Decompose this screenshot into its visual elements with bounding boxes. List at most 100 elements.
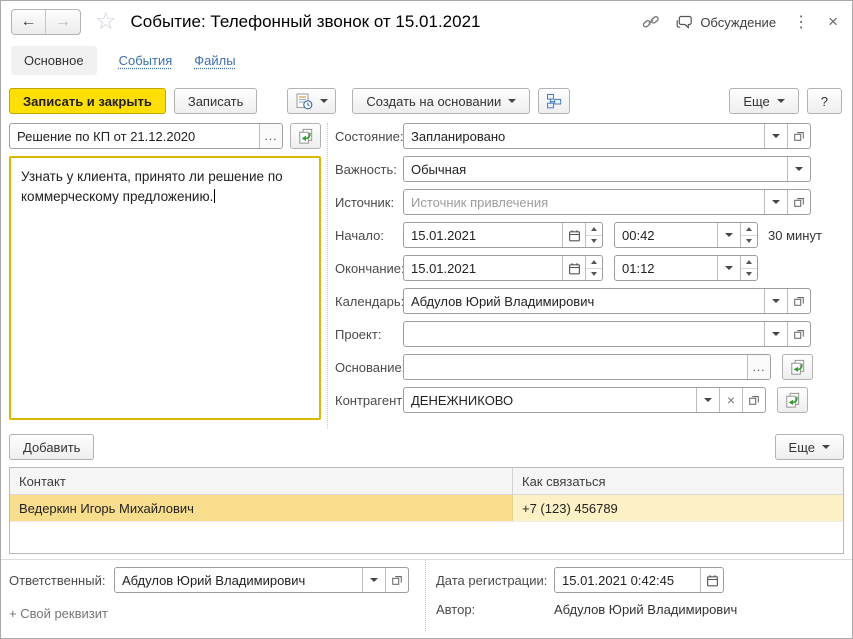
- contact-name-cell[interactable]: Ведеркин Игорь Михайлович: [10, 495, 513, 521]
- counterparty-open-button[interactable]: [742, 388, 765, 412]
- duration-label: 30 минут: [768, 228, 822, 243]
- importance-dropdown-button[interactable]: [787, 157, 810, 181]
- subject-choose-button[interactable]: ...: [259, 124, 282, 148]
- calendar-icon: [568, 262, 581, 275]
- subject-open-button[interactable]: [290, 123, 321, 149]
- counterparty-clear-button[interactable]: ×: [719, 388, 742, 412]
- tab-files[interactable]: Файлы: [194, 53, 235, 68]
- save-button[interactable]: Записать: [174, 88, 258, 114]
- discussion-button[interactable]: Обсуждение: [675, 15, 776, 30]
- counterparty-value[interactable]: ДЕНЕЖНИКОВО: [404, 388, 696, 412]
- back-arrow-icon: ←: [21, 13, 37, 31]
- start-date-spinner: [585, 223, 602, 247]
- open-in-window-icon: [748, 394, 760, 406]
- counterparty-open-card-button[interactable]: [777, 387, 808, 413]
- add-contact-button[interactable]: Добавить: [9, 434, 94, 460]
- calendar-value[interactable]: Абдулов Юрий Владимирович: [404, 289, 764, 313]
- footer-right: Дата регистрации: 15.01.2021 0:42:45 Авт…: [425, 560, 852, 631]
- forward-arrow-icon: →: [55, 13, 71, 31]
- basis-choose-button[interactable]: ...: [747, 355, 770, 379]
- end-time-value[interactable]: 01:12: [615, 256, 717, 280]
- responsible-open-button[interactable]: [385, 568, 408, 592]
- project-open-button[interactable]: [787, 322, 810, 346]
- basis-open-button[interactable]: [782, 354, 813, 380]
- open-in-window-icon: [793, 130, 805, 142]
- responsible-value[interactable]: Абдулов Юрий Владимирович: [115, 568, 362, 592]
- state-value[interactable]: Запланировано: [404, 124, 764, 148]
- dropdown-arrow-icon: [822, 445, 830, 449]
- source-row: Источник: Источник привлечения: [335, 189, 844, 215]
- project-value[interactable]: [404, 322, 764, 346]
- dropdown-arrow-icon: [772, 299, 780, 303]
- registration-date-value[interactable]: 15.01.2021 0:42:45: [555, 568, 700, 592]
- spinner-up-button[interactable]: [586, 223, 602, 236]
- project-dropdown-button[interactable]: [764, 322, 787, 346]
- calendar-open-button[interactable]: [787, 289, 810, 313]
- spinner-up-icon: [591, 260, 597, 264]
- basis-value[interactable]: [404, 355, 747, 379]
- dropdown-arrow-icon: [370, 578, 378, 582]
- start-date-value[interactable]: 15.01.2021: [404, 223, 562, 247]
- importance-value[interactable]: Обычная: [404, 157, 787, 181]
- state-label: Состояние:: [335, 129, 403, 144]
- favorite-star-icon[interactable]: ☆: [95, 10, 117, 34]
- dropdown-arrow-icon: [725, 266, 733, 270]
- more-actions-kebab-icon[interactable]: ⋮: [791, 12, 811, 32]
- text-cursor: [214, 189, 215, 203]
- open-in-window-icon: [793, 295, 805, 307]
- create-based-on-button[interactable]: Создать на основании: [352, 88, 530, 114]
- source-placeholder[interactable]: Источник привлечения: [404, 190, 764, 214]
- contact-phone-cell[interactable]: +7 (123) 456789: [513, 495, 843, 521]
- registration-calendar-button[interactable]: [700, 568, 723, 592]
- add-custom-attribute-link[interactable]: + Свой реквизит: [9, 606, 425, 621]
- source-label: Источник:: [335, 195, 403, 210]
- start-time-dropdown-button[interactable]: [717, 223, 740, 247]
- responsible-dropdown-button[interactable]: [362, 568, 385, 592]
- subject-value[interactable]: Решение по КП от 21.12.2020: [10, 124, 259, 148]
- importance-row: Важность: Обычная: [335, 156, 844, 182]
- calendar-icon: [706, 574, 719, 587]
- dropdown-arrow-icon: [777, 99, 785, 103]
- related-documents-button[interactable]: [538, 88, 570, 114]
- reminder-split-button[interactable]: [287, 88, 336, 114]
- end-time-dropdown-button[interactable]: [717, 256, 740, 280]
- close-icon[interactable]: ×: [826, 12, 840, 32]
- forward-button[interactable]: →: [46, 10, 80, 34]
- spinner-down-button[interactable]: [741, 236, 757, 248]
- spinner-down-button[interactable]: [741, 269, 757, 281]
- start-date-calendar-button[interactable]: [562, 223, 585, 247]
- start-time-value[interactable]: 00:42: [615, 223, 717, 247]
- description-textarea[interactable]: Узнать у клиента, принято ли решение по …: [9, 156, 321, 420]
- state-open-button[interactable]: [787, 124, 810, 148]
- spinner-down-button[interactable]: [586, 236, 602, 248]
- source-dropdown-button[interactable]: [764, 190, 787, 214]
- footer-left: Ответственный: Абдулов Юрий Владимирович…: [1, 560, 425, 631]
- start-time-spinner: [740, 223, 757, 247]
- tab-main[interactable]: Основное: [11, 46, 97, 75]
- end-date-value[interactable]: 15.01.2021: [404, 256, 562, 280]
- spinner-up-button[interactable]: [741, 256, 757, 269]
- tab-events[interactable]: События: [119, 53, 173, 68]
- spinner-up-button[interactable]: [741, 223, 757, 236]
- help-button[interactable]: ?: [807, 88, 842, 114]
- source-open-button[interactable]: [787, 190, 810, 214]
- document-clock-icon: [295, 93, 313, 110]
- save-and-close-button[interactable]: Записать и закрыть: [9, 88, 166, 114]
- state-field: Запланировано: [403, 123, 811, 149]
- calendar-dropdown-button[interactable]: [764, 289, 787, 313]
- counterparty-dropdown-button[interactable]: [696, 388, 719, 412]
- responsible-field: Абдулов Юрий Владимирович: [114, 567, 409, 593]
- open-document-green-icon: [788, 359, 807, 376]
- contacts-more-button[interactable]: Еще: [775, 434, 844, 460]
- spinner-up-button[interactable]: [586, 256, 602, 269]
- structure-icon: [546, 93, 562, 109]
- state-dropdown-button[interactable]: [764, 124, 787, 148]
- more-button[interactable]: Еще: [729, 88, 798, 114]
- column-splitter[interactable]: [327, 123, 328, 429]
- dropdown-arrow-icon: [772, 332, 780, 336]
- get-link-icon[interactable]: [642, 14, 660, 30]
- back-button[interactable]: ←: [12, 10, 46, 34]
- spinner-down-button[interactable]: [586, 269, 602, 281]
- form-column: Состояние: Запланировано Важность: Обычн…: [335, 123, 844, 429]
- end-date-calendar-button[interactable]: [562, 256, 585, 280]
